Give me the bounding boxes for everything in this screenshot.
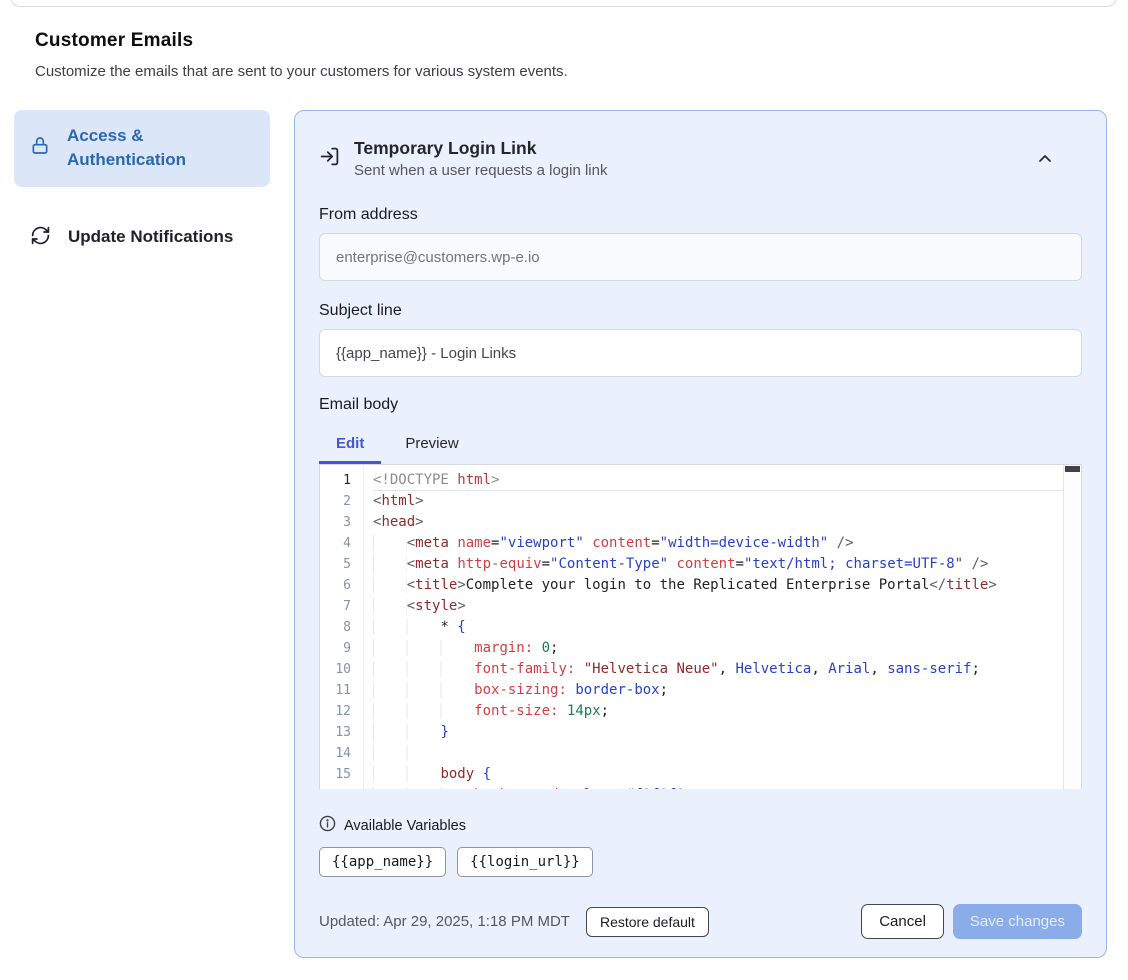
code-line[interactable]: <html> [373, 491, 1081, 512]
code-line[interactable]: } [373, 722, 1081, 743]
editor-code[interactable]: <!DOCTYPE html><html><head> <meta name="… [364, 465, 1081, 789]
page-header: Customer Emails Customize the emails tha… [35, 30, 568, 80]
restore-default-button[interactable]: Restore default [586, 907, 709, 937]
sidebar-item-label: Update Notifications [68, 225, 233, 249]
updated-timestamp: Updated: Apr 29, 2025, 1:18 PM MDT [319, 913, 570, 930]
sidebar: Access & Authentication Update Notificat… [14, 110, 270, 265]
line-number: 6 [320, 575, 363, 596]
cancel-button[interactable]: Cancel [861, 904, 944, 939]
panel-subtitle: Sent when a user requests a login link [354, 162, 1020, 179]
code-line[interactable]: * { [373, 617, 1081, 638]
panel-header: Temporary Login Link Sent when a user re… [319, 138, 1082, 179]
variable-chip[interactable]: {{app_name}} [319, 847, 446, 877]
page-title: Customer Emails [35, 30, 568, 52]
from-address-input[interactable] [319, 233, 1082, 281]
refresh-icon [30, 225, 51, 251]
line-number: 14 [320, 743, 363, 764]
editor-scrollbar-thumb[interactable] [1065, 466, 1080, 472]
tab-preview[interactable]: Preview [388, 426, 475, 464]
line-number: 8 [320, 617, 363, 638]
login-icon [319, 146, 340, 172]
code-line[interactable]: <style> [373, 596, 1081, 617]
code-line[interactable]: box-sizing: border-box; [373, 680, 1081, 701]
code-line[interactable]: body { [373, 764, 1081, 785]
code-editor[interactable]: 12345678910111213141516 <!DOCTYPE html><… [319, 464, 1082, 789]
available-variables-label: Available Variables [344, 818, 466, 834]
collapse-button[interactable] [1034, 147, 1056, 170]
code-line[interactable]: <meta http-equiv="Content-Type" content=… [373, 554, 1081, 575]
line-number: 3 [320, 512, 363, 533]
code-line[interactable] [373, 743, 1081, 764]
code-line[interactable]: margin: 0; [373, 638, 1081, 659]
editor-gutter: 12345678910111213141516 [320, 465, 364, 789]
code-line[interactable]: <head> [373, 512, 1081, 533]
available-variables-row: Available Variables [319, 815, 1082, 837]
lock-icon [30, 135, 50, 161]
code-line[interactable]: <!DOCTYPE html> [373, 470, 1081, 491]
subject-line-label: Subject line [319, 302, 1082, 320]
line-number: 4 [320, 533, 363, 554]
subject-line-input[interactable] [319, 329, 1082, 377]
line-number: 10 [320, 659, 363, 680]
code-line[interactable]: font-family: "Helvetica Neue", Helvetica… [373, 659, 1081, 680]
sidebar-item-label: Access & Authentication [67, 124, 254, 173]
code-line[interactable]: <meta name="viewport" content="width=dev… [373, 533, 1081, 554]
line-number: 12 [320, 701, 363, 722]
line-number: 11 [320, 680, 363, 701]
editor-scrollbar[interactable] [1063, 465, 1081, 789]
sidebar-item-update-notifications[interactable]: Update Notifications [14, 211, 270, 265]
line-number: 16 [320, 785, 363, 789]
line-number: 5 [320, 554, 363, 575]
line-number: 1 [320, 470, 363, 491]
code-line[interactable]: background-color: #f9f9f9; [373, 785, 1081, 789]
line-number: 7 [320, 596, 363, 617]
panel-title: Temporary Login Link [354, 138, 1020, 159]
line-number: 13 [320, 722, 363, 743]
code-line[interactable]: font-size: 14px; [373, 701, 1081, 722]
line-number: 2 [320, 491, 363, 512]
tab-edit[interactable]: Edit [319, 426, 381, 464]
code-line[interactable]: <title>Complete your login to the Replic… [373, 575, 1081, 596]
panel-footer: Updated: Apr 29, 2025, 1:18 PM MDT Resto… [319, 904, 1082, 939]
page-subtitle: Customize the emails that are sent to yo… [35, 63, 568, 80]
variable-chip[interactable]: {{login_url}} [457, 847, 593, 877]
info-icon [319, 815, 336, 837]
variable-chips: {{app_name}} {{login_url}} [319, 847, 1082, 877]
line-number: 9 [320, 638, 363, 659]
from-address-label: From address [319, 206, 1082, 224]
previous-card-edge [10, 0, 1117, 7]
save-changes-button[interactable]: Save changes [953, 904, 1082, 939]
chevron-up-icon [1038, 151, 1052, 166]
email-body-tabs: Edit Preview [319, 426, 1082, 464]
sidebar-item-access-authentication[interactable]: Access & Authentication [14, 110, 270, 187]
email-settings-panel: Temporary Login Link Sent when a user re… [294, 110, 1107, 958]
email-body-label: Email body [319, 396, 1082, 414]
line-number: 15 [320, 764, 363, 785]
